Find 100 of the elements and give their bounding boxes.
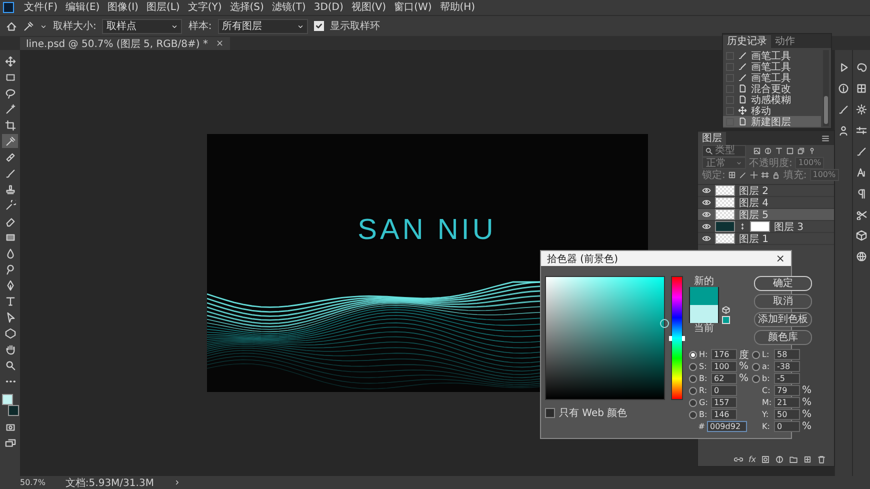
drop-icon[interactable] — [4, 248, 16, 258]
home-icon[interactable] — [6, 20, 17, 32]
dialog-button[interactable]: 确定 — [754, 276, 812, 291]
mask-icon[interactable] — [761, 454, 770, 464]
radio-button[interactable] — [689, 410, 697, 418]
value-field[interactable]: 0 — [774, 421, 800, 432]
menu-item[interactable]: 图像(I) — [104, 0, 142, 15]
scrollbar[interactable] — [823, 50, 829, 126]
caret-icon[interactable] — [174, 479, 181, 486]
value-field[interactable]: 157 — [711, 397, 737, 408]
document-tab[interactable]: line.psd @ 50.7% (图层 5, RGB/8#) * × — [20, 37, 230, 50]
trash-icon[interactable] — [817, 454, 826, 464]
arrow-pointer-icon[interactable] — [4, 312, 16, 322]
menu-item[interactable]: 滤镜(T) — [268, 0, 310, 15]
type-filter-icon[interactable] — [775, 147, 783, 155]
sliders-icon[interactable] — [856, 125, 867, 136]
foreground-color-swatch[interactable] — [2, 394, 13, 405]
brush-lock-icon[interactable] — [739, 171, 748, 179]
dialog-button[interactable]: 取消 — [754, 294, 812, 309]
value-field[interactable]: 21 — [774, 397, 800, 408]
move-lock-icon[interactable] — [750, 171, 758, 179]
panel-tab[interactable]: 动作 — [771, 35, 799, 48]
hand-icon[interactable] — [4, 344, 16, 354]
menu-item[interactable]: 文字(Y) — [184, 0, 226, 15]
magic-wand-icon[interactable] — [4, 104, 16, 114]
bandage-icon[interactable] — [4, 152, 16, 162]
hex-field[interactable]: 009d92 — [707, 421, 747, 432]
radio-button[interactable] — [752, 350, 760, 358]
sun-icon[interactable] — [856, 104, 867, 115]
history-item[interactable]: 画笔工具 — [723, 50, 821, 61]
history-item[interactable]: 画笔工具 — [723, 72, 821, 83]
sample-dropdown[interactable]: 所有图层 — [218, 18, 308, 34]
radio-button[interactable] — [752, 362, 760, 370]
history-item[interactable]: 动感模糊 — [723, 94, 821, 105]
brush-icon[interactable] — [4, 168, 16, 178]
history-item[interactable]: 画笔工具 — [723, 61, 821, 72]
value-field[interactable]: 50 — [774, 409, 800, 420]
radio-button[interactable] — [689, 386, 697, 394]
value-field[interactable]: 100 — [711, 361, 737, 372]
stamp-icon[interactable] — [4, 184, 16, 194]
smart-object-icon[interactable] — [797, 147, 805, 155]
value-field[interactable]: 79 — [774, 385, 800, 396]
eye-icon[interactable] — [702, 234, 711, 243]
layer-row[interactable]: 图层 1 — [698, 233, 834, 245]
globe-icon[interactable] — [856, 251, 867, 262]
move-icon[interactable] — [4, 56, 16, 66]
shape-filter-icon[interactable] — [786, 147, 794, 155]
paragraph-icon[interactable] — [856, 188, 867, 199]
menu-item[interactable]: 文件(F) — [20, 0, 62, 15]
history-item[interactable]: 新建图层 — [723, 116, 821, 127]
history-item[interactable]: 混合更改 — [723, 83, 821, 94]
crop-icon[interactable] — [4, 120, 16, 130]
web-safe-swatch[interactable] — [722, 316, 730, 324]
eyedropper-icon[interactable] — [23, 20, 34, 32]
close-button[interactable]: × — [776, 252, 785, 265]
chain-link-icon[interactable] — [734, 454, 744, 464]
lasso-icon[interactable] — [4, 88, 16, 98]
radio-button[interactable] — [689, 398, 697, 406]
brush-icon[interactable] — [856, 146, 867, 157]
chain-link-icon[interactable] — [739, 223, 746, 230]
value-field[interactable]: -38 — [774, 361, 800, 372]
padlock-icon[interactable] — [772, 171, 780, 179]
dialog-button[interactable]: 添加到色板 — [754, 312, 812, 327]
hue-slider[interactable] — [671, 276, 683, 400]
eye-icon[interactable] — [702, 198, 711, 207]
eyedropper-icon[interactable] — [4, 136, 16, 146]
fx-button[interactable]: fx — [748, 454, 756, 464]
layer-row[interactable]: 图层 5 — [698, 209, 834, 221]
checker-lock-icon[interactable] — [728, 171, 736, 179]
menu-item[interactable]: 图层(L) — [142, 0, 184, 15]
radio-button[interactable] — [689, 350, 697, 358]
zoom-icon[interactable] — [4, 360, 16, 370]
checkbox[interactable] — [545, 408, 555, 418]
search-field[interactable]: 类型 — [702, 145, 746, 157]
close-icon[interactable]: × — [216, 38, 224, 48]
dodge-tool-icon[interactable] — [4, 264, 16, 274]
radio-button[interactable] — [689, 362, 697, 370]
person-icon[interactable] — [838, 125, 849, 136]
dashed-rectangle-icon[interactable] — [4, 72, 16, 82]
scrollbar-thumb[interactable] — [824, 96, 828, 124]
value-field[interactable]: 58 — [774, 349, 800, 360]
new-layer-icon[interactable] — [803, 454, 812, 464]
menu-icon[interactable] — [821, 134, 830, 142]
info-icon[interactable] — [838, 83, 849, 94]
background-color-swatch[interactable] — [8, 405, 19, 416]
palette-icon[interactable] — [856, 62, 867, 73]
play-icon[interactable] — [838, 62, 849, 73]
eye-icon[interactable] — [702, 210, 711, 219]
shape-tool-icon[interactable] — [4, 328, 16, 338]
gradient-icon[interactable] — [4, 232, 16, 242]
screen-mode-icon[interactable] — [4, 438, 16, 448]
radio-button[interactable] — [689, 374, 697, 382]
panel-tab[interactable]: 历史记录 — [723, 35, 771, 48]
value-field[interactable]: 0 — [711, 385, 737, 396]
app-logo-icon[interactable] — [3, 2, 14, 13]
eye-icon[interactable] — [702, 186, 711, 195]
sample-size-dropdown[interactable]: 取样点 — [102, 18, 182, 34]
brush-icon[interactable] — [838, 104, 849, 115]
menu-item[interactable]: 3D(D) — [310, 0, 348, 15]
caret-icon[interactable] — [40, 22, 47, 30]
